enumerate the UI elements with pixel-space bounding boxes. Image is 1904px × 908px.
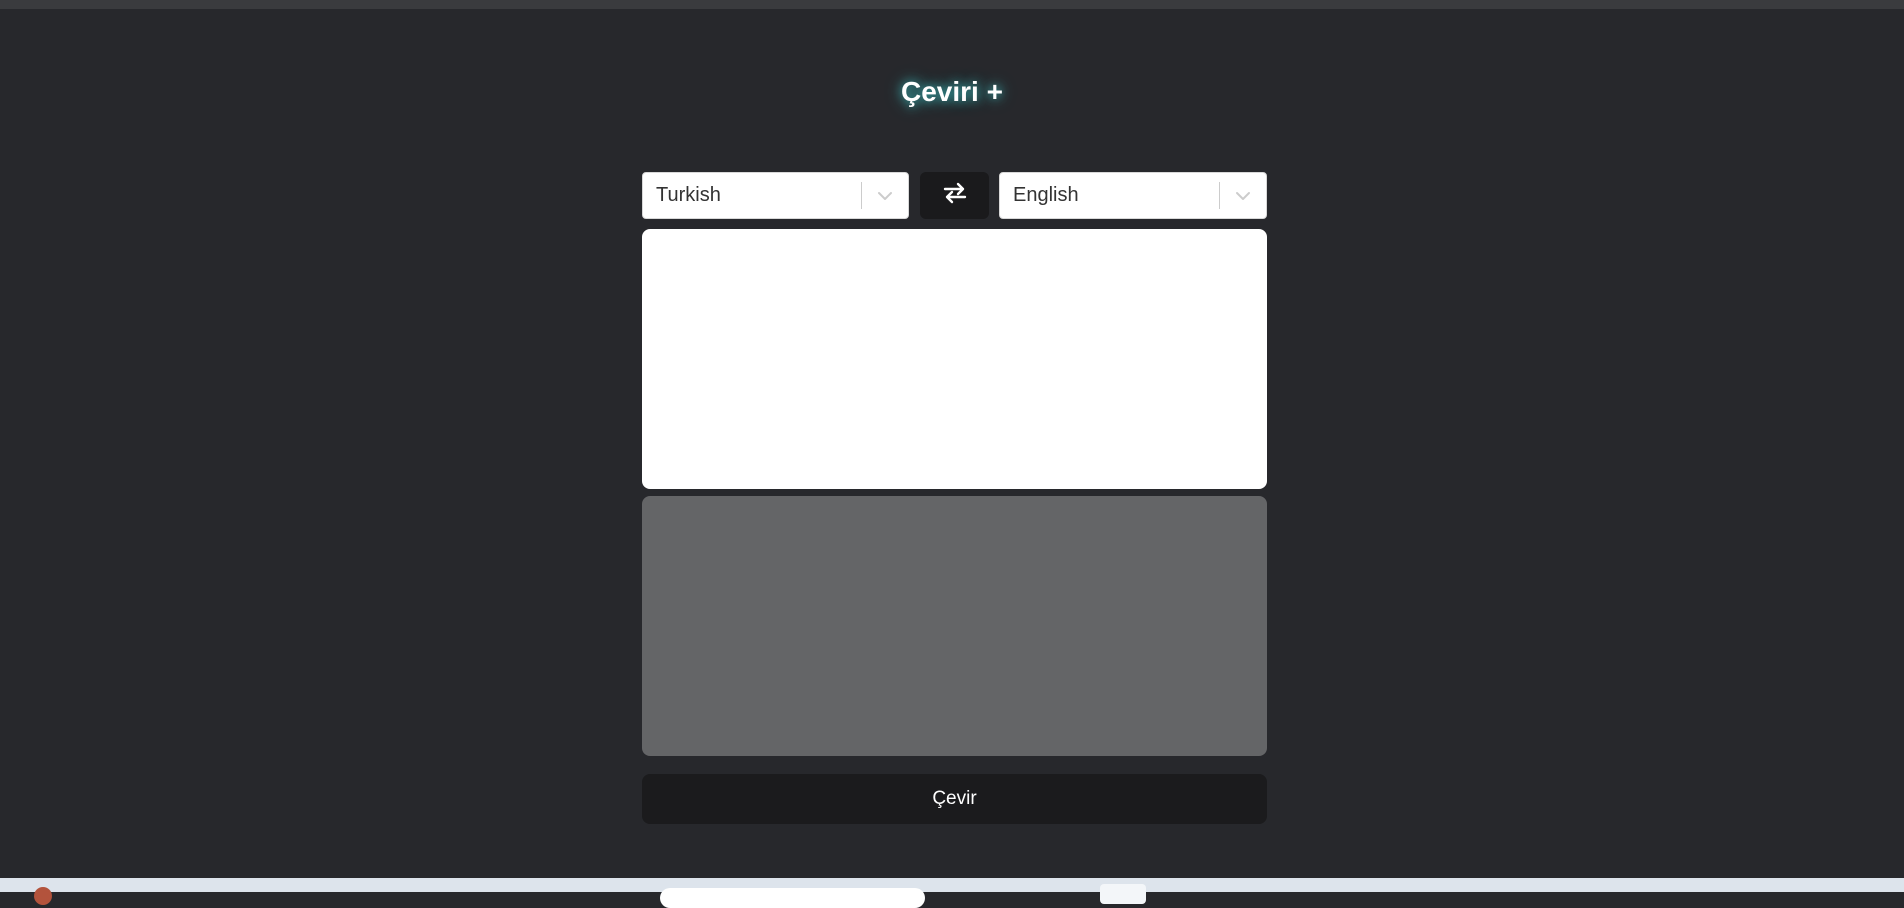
app-title: Çeviri + — [901, 76, 1003, 107]
app-icon[interactable] — [34, 887, 52, 905]
target-language-value: English — [1013, 184, 1079, 206]
taskbar-search-box[interactable] — [660, 888, 925, 908]
os-taskbar — [0, 878, 1904, 908]
source-text-input[interactable] — [642, 229, 1267, 489]
chevron-down-icon[interactable] — [1220, 173, 1266, 218]
taskbar-icon[interactable] — [1100, 884, 1146, 904]
translation-output — [642, 496, 1267, 756]
chevron-down-icon[interactable] — [862, 173, 908, 218]
target-language-select[interactable]: English — [999, 172, 1267, 219]
source-language-select[interactable]: Turkish — [642, 172, 909, 219]
window-top-strip — [0, 0, 1904, 9]
app-container: Çeviri + Turkish English Çevir — [0, 9, 1904, 878]
source-language-value: Turkish — [656, 184, 721, 206]
translate-button[interactable]: Çevir — [642, 774, 1267, 824]
swap-arrows-icon — [943, 182, 967, 209]
swap-languages-button[interactable] — [920, 172, 989, 219]
